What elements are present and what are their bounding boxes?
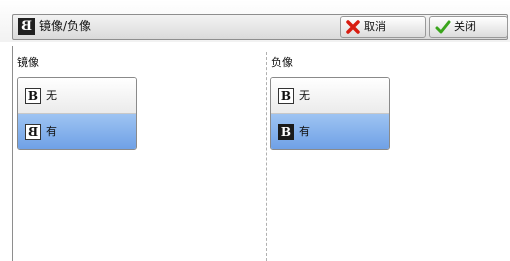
page-title: 镜像/负像 — [39, 19, 92, 33]
mirror-b-icon: B — [18, 18, 35, 35]
mirror-option-yes[interactable]: B 有 — [18, 114, 136, 149]
mirror-option-none-label: 无 — [46, 89, 57, 102]
b-icon: B — [278, 88, 294, 104]
negative-option-yes-label: 有 — [299, 125, 310, 138]
cancel-button[interactable]: 取消 — [340, 16, 426, 38]
negative-option-none-label: 无 — [299, 89, 310, 102]
section-divider — [266, 52, 267, 261]
cancel-button-label: 取消 — [364, 20, 386, 33]
mirror-option-yes-label: 有 — [46, 125, 57, 138]
close-button-label: 关闭 — [454, 20, 476, 33]
b-icon: B — [25, 88, 41, 104]
mirrored-b-icon: B — [25, 124, 41, 140]
negative-option-none[interactable]: B 无 — [271, 78, 389, 114]
negative-section-label: 负像 — [271, 56, 293, 69]
green-check-icon — [435, 20, 451, 34]
red-x-icon — [346, 20, 360, 34]
negative-option-yes[interactable]: B 有 — [271, 114, 389, 149]
negative-b-icon: B — [278, 124, 294, 140]
mirror-option-group: B 无 B 有 — [17, 77, 137, 150]
close-button[interactable]: 关闭 — [429, 16, 508, 38]
mirror-section-label: 镜像 — [17, 56, 39, 69]
mirror-option-none[interactable]: B 无 — [18, 78, 136, 114]
negative-option-group: B 无 B 有 — [270, 77, 390, 150]
